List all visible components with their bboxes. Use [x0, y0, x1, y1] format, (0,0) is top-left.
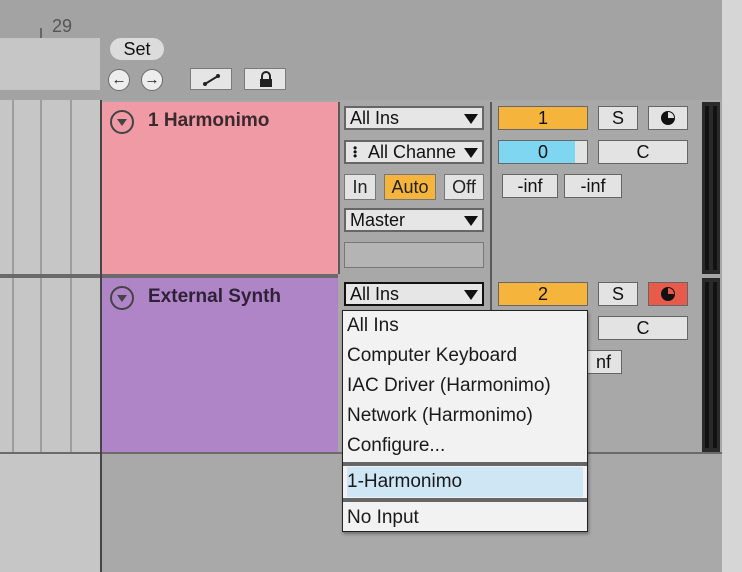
grid-line	[40, 278, 42, 452]
set-button[interactable]: Set	[110, 38, 164, 60]
menu-item-computer-keyboard[interactable]: Computer Keyboard	[347, 341, 583, 371]
output-value: Master	[350, 210, 406, 230]
monitor-in-button[interactable]: In	[344, 174, 376, 200]
grid-line	[70, 100, 72, 276]
level-meter-track-2	[702, 278, 720, 452]
menu-item-iac-driver[interactable]: IAC Driver (Harmonimo)	[347, 371, 583, 401]
fold-chevron-down-icon[interactable]	[110, 286, 134, 310]
lock-button[interactable]	[244, 68, 286, 90]
monitor-off-button[interactable]: Off	[444, 174, 484, 200]
input-type-select[interactable]: All Ins	[344, 282, 484, 306]
track-activator-button[interactable]: 2	[498, 282, 588, 306]
pan-knob[interactable]: C	[598, 140, 688, 164]
input-type-value: All Ins	[350, 284, 400, 304]
grid-line	[12, 278, 14, 452]
menu-separator	[343, 462, 587, 466]
divider	[338, 102, 340, 274]
arm-button[interactable]	[648, 282, 688, 306]
meter-bar-left	[705, 106, 709, 270]
chevron-down-icon	[464, 216, 478, 226]
monitor-auto-button[interactable]: Auto	[384, 174, 436, 200]
arm-button[interactable]	[648, 106, 688, 130]
peak-level-right[interactable]: -inf	[564, 174, 622, 198]
meter-bar-right	[713, 282, 717, 448]
draw-mode-button[interactable]	[190, 68, 232, 90]
fold-chevron-down-icon[interactable]	[110, 110, 134, 134]
grid-line	[70, 278, 72, 452]
volume-slider[interactable]: 0	[498, 140, 588, 164]
io-section-track-1: All Ins • • • All Channe In Auto Off Maste…	[340, 102, 490, 274]
arrow-right-icon[interactable]: →	[141, 69, 163, 91]
solo-button[interactable]: S	[598, 282, 638, 306]
menu-item-1-harmonimo[interactable]: 1-Harmonimo	[347, 467, 583, 497]
clip-slot-area-track-1[interactable]	[0, 100, 100, 276]
chevron-down-icon	[464, 290, 478, 300]
empty-clip-area	[0, 454, 100, 572]
track-name: External Synth	[148, 286, 282, 307]
track-header-1[interactable]: 1 Harmonimo	[102, 102, 338, 274]
pan-knob[interactable]: C	[598, 316, 688, 340]
lock-icon	[260, 71, 272, 87]
channel-dots-icon: • • •	[353, 141, 358, 163]
meter-bar-left	[705, 282, 709, 448]
track-header-2[interactable]: External Synth	[102, 278, 338, 452]
input-channel-select[interactable]: • • • All Channe	[344, 140, 484, 164]
track-activator-button[interactable]: 1	[498, 106, 588, 130]
grid-line	[12, 100, 14, 276]
meter-bar-right	[713, 106, 717, 270]
output-select[interactable]: Master	[344, 208, 484, 232]
output-channel-select[interactable]	[344, 242, 484, 268]
menu-item-network[interactable]: Network (Harmonimo)	[347, 401, 583, 431]
chevron-down-icon	[464, 114, 478, 124]
track-name: 1 Harmonimo	[148, 110, 270, 131]
solo-button[interactable]: S	[598, 106, 638, 130]
right-edge-panel	[722, 0, 742, 572]
mixer-track-1: 1 S 0 C -inf -inf	[492, 102, 702, 274]
volume-value: 0	[537, 142, 548, 162]
input-type-dropdown-menu[interactable]: All Ins Computer Keyboard IAC Driver (Ha…	[342, 310, 588, 532]
ruler-tick	[40, 28, 42, 38]
menu-separator	[343, 498, 587, 502]
header-clip-area	[0, 38, 100, 90]
input-type-value: All Ins	[350, 108, 400, 128]
peak-level-left[interactable]: -inf	[502, 174, 558, 198]
grid-line	[40, 100, 42, 276]
level-meter-track-1	[702, 102, 720, 274]
input-channel-value: All Channe	[368, 142, 457, 162]
arrow-left-icon[interactable]: ←	[108, 69, 130, 91]
clip-slot-area-track-2[interactable]	[0, 278, 100, 452]
menu-item-all-ins[interactable]: All Ins	[347, 311, 583, 341]
menu-item-configure[interactable]: Configure...	[347, 431, 583, 461]
ruler-bar-number: 29	[52, 16, 73, 36]
chevron-down-icon	[464, 148, 478, 158]
record-arm-icon	[661, 287, 675, 301]
record-arm-icon	[661, 111, 675, 125]
pencil-icon	[203, 74, 220, 86]
menu-item-no-input[interactable]: No Input	[347, 503, 583, 533]
input-type-select[interactable]: All Ins	[344, 106, 484, 130]
